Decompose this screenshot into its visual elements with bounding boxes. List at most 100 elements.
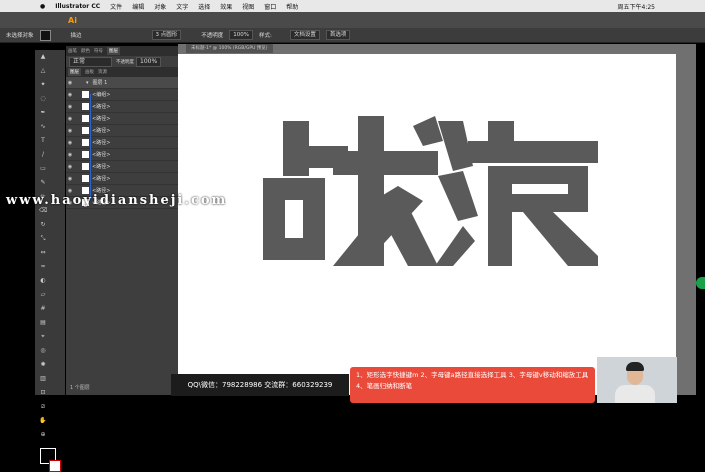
tab-color[interactable]: 颜色 [81,48,90,54]
watermark: www.haoyidiansheji.com [6,193,228,208]
ai-logo-icon: Ai [68,15,77,25]
gradient-icon[interactable]: ▤ [39,319,47,327]
presenter-hair [626,362,644,371]
side-badge[interactable] [696,277,705,289]
eye-icon[interactable]: ◉ [66,116,74,122]
symbol-sprayer-icon[interactable]: ✺ [39,361,47,369]
thumbnail [82,127,89,134]
presenter-webcam [597,357,677,403]
menu-item-select[interactable]: 选择 [198,2,210,11]
curvature-icon[interactable]: ∿ [39,123,47,131]
eye-icon[interactable]: ◉ [66,104,74,110]
brush-icon[interactable]: ✎ [39,179,47,187]
layers-panel: 画笔 颜色 符号 图层 正常 不透明度 100% 图层 画板 资源 ◉ ▾ 图层… [66,46,179,395]
thumbnail [82,115,89,122]
direct-selection-tool-icon[interactable]: △ [39,67,47,75]
artboard-icon[interactable]: ⊡ [39,389,47,397]
tab-symbols[interactable]: 符号 [94,48,103,54]
opacity-input[interactable]: 100% [229,30,254,40]
layer-child-row[interactable]: ◉ <路径> [66,161,178,173]
row-label: <路径> [92,128,111,134]
selection-status: 未选择对象 [6,33,34,39]
blend-icon[interactable]: ◎ [39,347,47,355]
layer-name: 图层 1 [92,80,108,86]
width-icon[interactable]: ⇔ [39,249,47,257]
blend-mode-select[interactable]: 正常 [69,56,112,67]
zoom-icon[interactable]: ⊕ [39,431,47,439]
layer-child-row[interactable]: ◉ <路径> [66,149,178,161]
thumbnail [82,175,89,182]
layer-row[interactable]: ◉ ▾ 图层 1 [66,77,178,89]
thumbnail [82,163,89,170]
tab-layers[interactable]: 图层 [107,47,120,55]
eye-icon[interactable]: ◉ [66,128,74,134]
contact-banner: QQ\微信：798228986 交流群：660329239 [171,374,349,396]
slice-icon[interactable]: ⧄ [39,403,47,411]
row-label: <路径> [92,140,111,146]
row-label: <路径> [92,104,111,110]
stroke-color-swatch[interactable] [49,460,61,472]
artwork-paths[interactable] [263,116,598,266]
layer-child-row[interactable]: ◉ <路径> [66,173,178,185]
fill-swatch[interactable] [39,29,51,41]
menu-item-window[interactable]: 窗口 [264,2,276,11]
menu-item-file[interactable]: 文件 [110,2,122,11]
graph-icon[interactable]: ▥ [39,375,47,383]
menu-bar: ● Illustrator CC 文件 编辑 对象 文字 选择 效果 视图 窗口… [0,0,705,12]
lasso-icon[interactable]: ◌ [39,95,47,103]
selection-tool-icon[interactable]: ▲ [39,53,47,61]
disclosure-icon[interactable]: ▾ [86,80,89,86]
subtab-layers[interactable]: 图层 [68,68,81,76]
app-name[interactable]: Illustrator CC [55,3,100,10]
hand-icon[interactable]: ✋ [39,417,47,425]
menu-item-effect[interactable]: 效果 [220,2,232,11]
layer-child-row[interactable]: ◉ <路径> [66,113,178,125]
rectangle-tool-icon[interactable]: ▭ [39,165,47,173]
style-label: 样式: [259,33,272,39]
eye-icon[interactable]: ◉ [66,80,74,86]
scale-icon[interactable]: ⤡ [39,235,47,243]
subtab-artboards[interactable]: 画板 [85,69,94,75]
thumbnail [82,91,89,98]
layer-child-row[interactable]: ◉ <路径> [66,101,178,113]
menu-item-type[interactable]: 文字 [176,2,188,11]
eyedropper-icon[interactable]: ⌖ [39,333,47,341]
stroke-profile-select[interactable]: 3 点圆形 [151,30,182,40]
pen-tool-icon[interactable]: ✒ [39,109,47,117]
rotate-icon[interactable]: ↻ [39,221,47,229]
layer-child-row[interactable]: ◉ <路径> [66,137,178,149]
layer-child-row[interactable]: ◉ <编组> [66,89,178,101]
mesh-icon[interactable]: # [39,305,47,313]
menu-item-edit[interactable]: 编辑 [132,2,144,11]
eye-icon[interactable]: ◉ [66,176,74,182]
artwork-zhanlang[interactable] [263,116,598,266]
tab-brushes[interactable]: 画笔 [68,48,77,54]
line-tool-icon[interactable]: / [39,151,47,159]
stroke-label: 描边 [70,33,82,39]
menu-item-object[interactable]: 对象 [154,2,166,11]
row-label: <编组> [92,92,111,98]
menu-item-view[interactable]: 视图 [242,2,254,11]
document-tab[interactable]: 未标题-1* @ 100% (RGB/GPU 预览) [186,44,273,53]
app-toolbar: Ai [0,12,705,28]
preferences-button[interactable]: 首选项 [325,30,351,40]
menu-item-help[interactable]: 帮助 [286,2,298,11]
doc-setup-button[interactable]: 文档设置 [289,30,320,40]
magic-wand-icon[interactable]: ✦ [39,81,47,89]
clock: 周五下午4:25 [617,3,655,11]
presenter-body [615,385,655,403]
eraser-icon[interactable]: ⌫ [39,207,47,215]
thumbnail [82,103,89,110]
type-tool-icon[interactable]: T [39,137,47,145]
shape-builder-icon[interactable]: ◐ [39,277,47,285]
warp-icon[interactable]: ≈ [39,263,47,271]
apple-icon[interactable]: ● [40,3,45,10]
eye-icon[interactable]: ◉ [66,92,74,98]
layer-child-row[interactable]: ◉ <路径> [66,125,178,137]
eye-icon[interactable]: ◉ [66,152,74,158]
eye-icon[interactable]: ◉ [66,164,74,170]
subtab-assets[interactable]: 资源 [98,69,107,75]
perspective-icon[interactable]: ▱ [39,291,47,299]
eye-icon[interactable]: ◉ [66,140,74,146]
layer-opacity-input[interactable]: 100% [136,56,162,67]
